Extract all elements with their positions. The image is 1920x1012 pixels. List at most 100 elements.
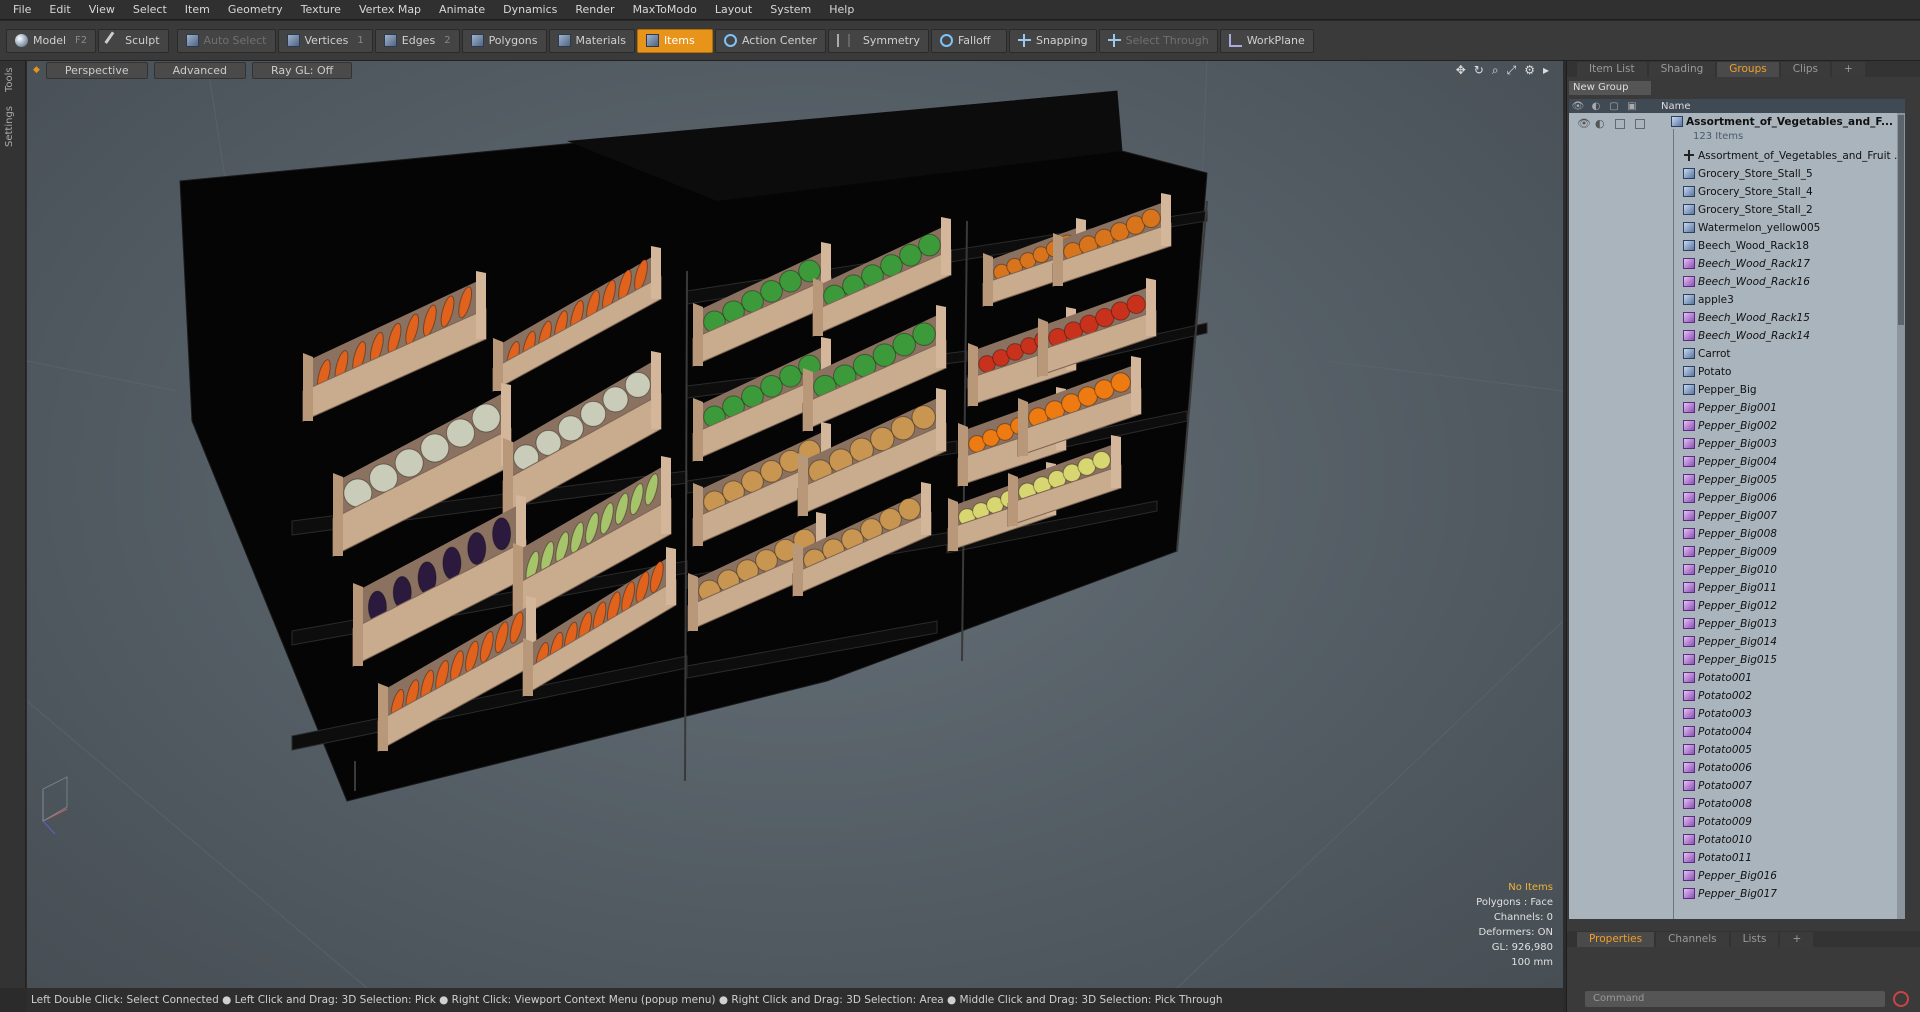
group-item-row[interactable]: Pepper_Big001 [1683,399,1904,417]
menu-dynamics[interactable]: Dynamics [494,0,566,20]
group-item-row[interactable]: Pepper_Big007 [1683,507,1904,525]
sculpt-mode-button[interactable]: Sculpt [98,28,169,53]
menu-system[interactable]: System [761,0,820,20]
group-item-row[interactable]: apple3 [1683,291,1904,309]
tab-item-list[interactable]: Item List [1577,62,1647,77]
items-mode-button[interactable]: Items [636,28,713,53]
group-item-row[interactable]: Grocery_Store_Stall_5 [1683,165,1904,183]
viewport-arrow-icon[interactable]: ▸ [1543,63,1549,78]
group-item-row[interactable]: Potato005 [1683,741,1904,759]
menu-render[interactable]: Render [566,0,623,20]
raygl-button[interactable]: Ray GL: Off [251,61,353,79]
group-item-row[interactable]: Pepper_Big003 [1683,435,1904,453]
model-mode-button[interactable]: Model F2 [6,28,97,53]
group-item-row[interactable]: Potato007 [1683,777,1904,795]
edges-mode-button[interactable]: Edges 2 [374,28,460,53]
tab-lists[interactable]: Lists [1730,932,1779,947]
group-item-row[interactable]: Pepper_Big014 [1683,633,1904,651]
tools-tab[interactable]: Tools [4,65,22,95]
group-item-row[interactable]: Pepper_Big006 [1683,489,1904,507]
rotate-icon[interactable]: ↻ [1474,63,1484,78]
zoom-icon[interactable]: ⌕ [1492,63,1499,78]
fit-icon[interactable]: ⤢ [1507,63,1517,78]
group-item-row[interactable]: Potato010 [1683,831,1904,849]
group-item-row[interactable]: Beech_Wood_Rack16 [1683,273,1904,291]
group-item-row[interactable]: Potato003 [1683,705,1904,723]
tab-shading[interactable]: Shading [1648,62,1716,77]
menu-geometry[interactable]: Geometry [219,0,292,20]
auto-select-button[interactable]: Auto Select [176,28,276,53]
action-center-button[interactable]: Action Center [714,28,826,53]
tab-clips[interactable]: Clips [1780,62,1831,77]
menu-maxtomodo[interactable]: MaxToModo [624,0,706,20]
group-item-row[interactable]: Potato009 [1683,813,1904,831]
menu-item[interactable]: Item [176,0,219,20]
advanced-shading-button[interactable]: Advanced [153,61,246,79]
tab-channels[interactable]: Channels [1656,932,1729,947]
pan-icon[interactable]: ✥ [1456,63,1466,78]
group-item-row[interactable]: Pepper_Big013 [1683,615,1904,633]
group-item-row[interactable]: Potato008 [1683,795,1904,813]
menu-vertex-map[interactable]: Vertex Map [350,0,430,20]
group-item-row[interactable]: Watermelon_yellow005 [1683,219,1904,237]
group-item-row[interactable]: Grocery_Store_Stall_2 [1683,201,1904,219]
groups-scrollbar[interactable] [1897,113,1905,919]
group-item-row[interactable]: Beech_Wood_Rack18 [1683,237,1904,255]
viewport-gear-icon[interactable]: ⚙ [1524,63,1535,78]
menu-help[interactable]: Help [820,0,863,20]
falloff-button[interactable]: Falloff [930,28,1007,53]
menu-animate[interactable]: Animate [430,0,494,20]
group-item-row[interactable]: Pepper_Big017 [1683,885,1904,903]
new-group-button[interactable]: New Group [1569,81,1651,95]
menu-select[interactable]: Select [124,0,176,20]
workplane-button[interactable]: WorkPlane [1219,28,1314,53]
snapping-button[interactable]: Snapping [1008,28,1097,53]
tab-groups[interactable]: Groups [1717,62,1779,77]
viewport-menu-icon[interactable]: ◆ [33,65,40,75]
menu-view[interactable]: View [80,0,124,20]
group-item-row[interactable]: Potato002 [1683,687,1904,705]
group-item-row[interactable]: Pepper_Big005 [1683,471,1904,489]
group-item-row[interactable]: Carrot [1683,345,1904,363]
group-item-row[interactable]: Pepper_Big016 [1683,867,1904,885]
group-item-row[interactable]: Pepper_Big012 [1683,597,1904,615]
group-item-row[interactable]: Beech_Wood_Rack17 [1683,255,1904,273]
command-input[interactable]: Command [1585,991,1885,1007]
root-group-row[interactable]: Assortment_of_Vegetables_and_F... [1671,113,1893,131]
group-item-row[interactable]: Potato001 [1683,669,1904,687]
group-item-row[interactable]: Beech_Wood_Rack14 [1683,327,1904,345]
group-item-row[interactable]: Pepper_Big008 [1683,525,1904,543]
group-item-row[interactable]: Pepper_Big004 [1683,453,1904,471]
root-lock-box[interactable] [1615,119,1625,129]
root-select-box[interactable] [1635,119,1645,129]
group-item-row[interactable]: Pepper_Big009 [1683,543,1904,561]
group-item-row[interactable]: Pepper_Big015 [1683,651,1904,669]
materials-mode-button[interactable]: Materials [548,28,635,53]
perspective-button[interactable]: Perspective [45,61,148,79]
menu-texture[interactable]: Texture [292,0,350,20]
tab-properties[interactable]: Properties [1577,932,1655,947]
group-item-row[interactable]: Potato [1683,363,1904,381]
group-item-row[interactable]: Beech_Wood_Rack15 [1683,309,1904,327]
tab-add[interactable]: + [1780,932,1814,947]
group-item-row[interactable]: Pepper_Big010 [1683,561,1904,579]
group-item-row[interactable]: Pepper_Big002 [1683,417,1904,435]
vertices-mode-button[interactable]: Vertices 1 [277,28,373,53]
root-eye-icon[interactable]: 👁 [1577,117,1591,130]
menu-edit[interactable]: Edit [40,0,79,20]
menu-layout[interactable]: Layout [706,0,761,20]
group-item-row[interactable]: Pepper_Big [1683,381,1904,399]
group-item-row[interactable]: Potato006 [1683,759,1904,777]
group-item-row[interactable]: Potato011 [1683,849,1904,867]
polygons-mode-button[interactable]: Polygons [461,28,547,53]
group-item-row[interactable]: Pepper_Big011 [1683,579,1904,597]
symmetry-button[interactable]: Symmetry [827,28,929,53]
group-item-row[interactable]: Potato004 [1683,723,1904,741]
3d-viewport[interactable]: ◆ Perspective Advanced Ray GL: Off ✥ ↻ ⌕… [27,61,1563,988]
menu-file[interactable]: File [4,0,40,20]
settings-tab[interactable]: Settings [4,103,22,149]
group-item-row[interactable]: Assortment_of_Vegetables_and_Fruit ... [1683,147,1904,165]
tab-add[interactable]: + [1832,62,1865,77]
command-record-icon[interactable] [1893,991,1909,1007]
group-item-row[interactable]: Grocery_Store_Stall_4 [1683,183,1904,201]
